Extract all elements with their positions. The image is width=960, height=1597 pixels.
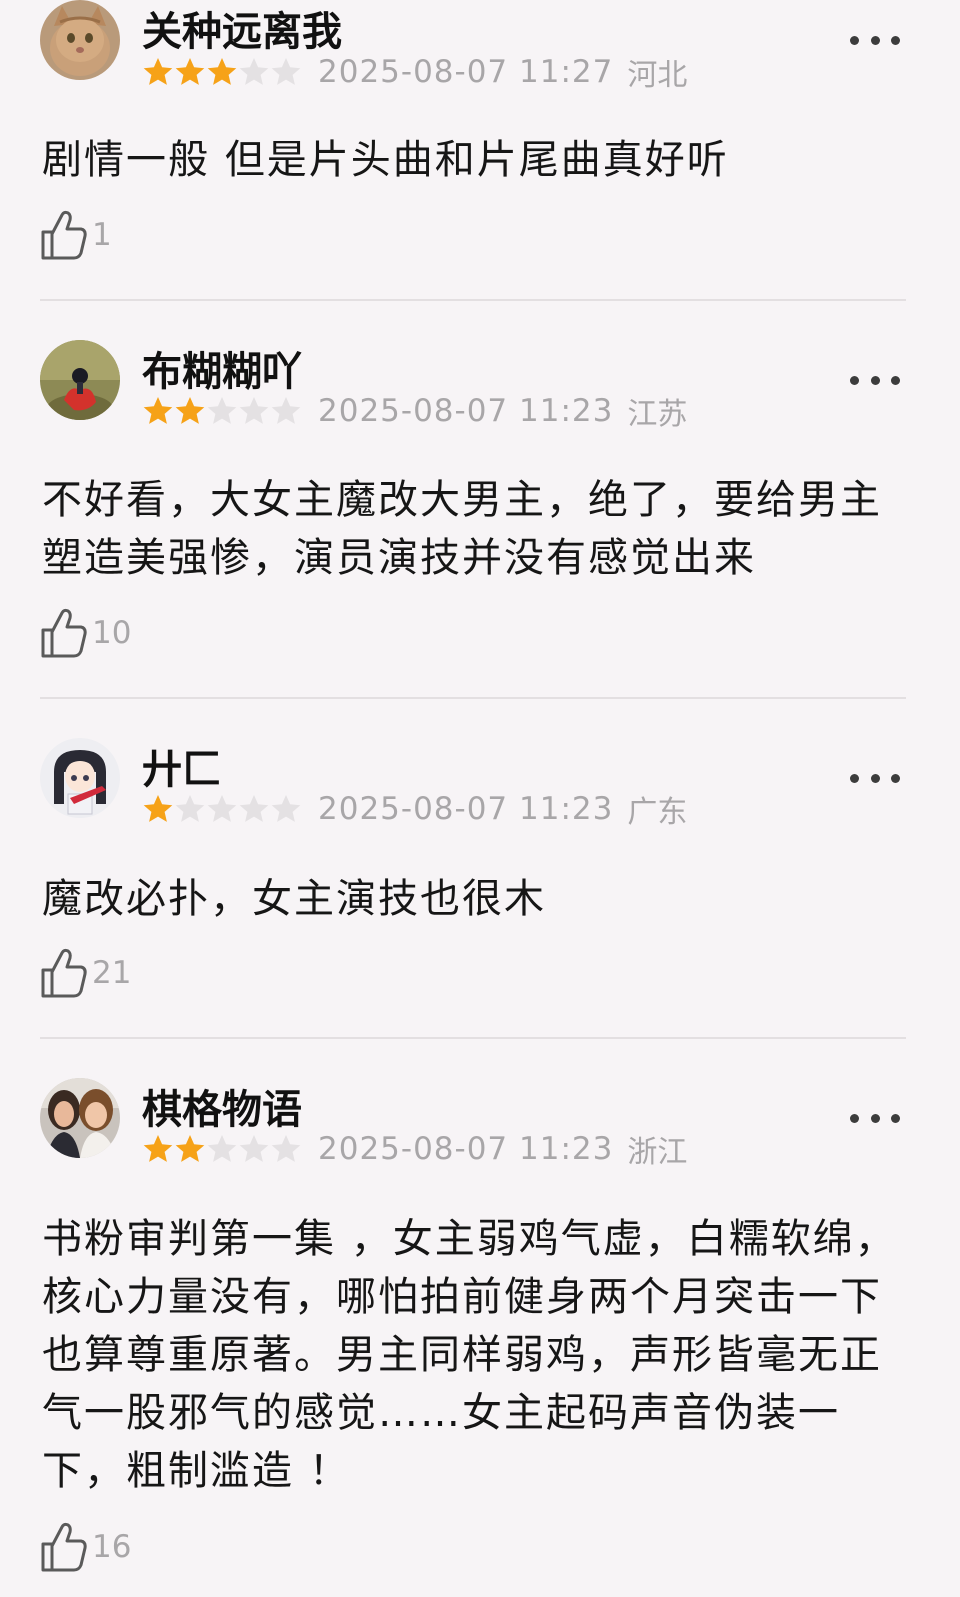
thumbs-up-icon [41, 1522, 87, 1572]
like-button[interactable]: 1 [40, 207, 112, 263]
thumbs-up-icon [41, 948, 87, 998]
star-empty-icon [239, 58, 269, 85]
thumbs-up-icon [41, 210, 87, 260]
star-empty-icon [271, 58, 301, 85]
star-empty-icon [271, 1135, 301, 1162]
star-filled-icon [175, 1135, 205, 1162]
like-count: 10 [92, 615, 132, 651]
ellipsis-icon[interactable] [850, 368, 900, 392]
review-meta: 2025-08-07 11:23 浙江 [142, 1131, 687, 1170]
timestamp: 2025-08-07 11:23 [318, 1131, 614, 1167]
avatar[interactable] [40, 0, 120, 80]
star-empty-icon [175, 795, 205, 822]
star-filled-icon [175, 397, 205, 424]
like-count: 16 [92, 1529, 132, 1565]
comment-text: 书粉审判第一集 ，女主弱鸡气虚，白糯软绵，核心力量没有，哪怕拍前健身两个月突击一… [42, 1216, 897, 1494]
comment-text: 剧情一般 但是片头曲和片尾曲真好听 [42, 137, 729, 183]
timestamp: 2025-08-07 11:27 [318, 54, 614, 90]
ellipsis-icon[interactable] [850, 28, 900, 52]
avatar[interactable] [40, 738, 120, 818]
star-empty-icon [207, 1135, 237, 1162]
star-rating [142, 1133, 302, 1165]
like-button[interactable]: 21 [40, 945, 131, 1001]
star-empty-icon [239, 397, 269, 424]
star-empty-icon [207, 397, 237, 424]
star-filled-icon [143, 58, 173, 85]
star-empty-icon [271, 397, 301, 424]
star-rating [142, 56, 302, 88]
star-filled-icon [143, 1135, 173, 1162]
location: 河北 [627, 58, 688, 93]
thumbs-up-icon [41, 608, 87, 658]
divider [40, 1037, 906, 1039]
location: 江苏 [627, 397, 688, 432]
star-empty-icon [207, 795, 237, 822]
username[interactable]: 布糊糊吖 [142, 350, 302, 394]
star-filled-icon [143, 795, 173, 822]
like-count: 1 [92, 217, 112, 253]
username[interactable]: 廾匚 [142, 748, 222, 792]
star-filled-icon [143, 397, 173, 424]
star-rating [142, 793, 302, 825]
star-empty-icon [271, 795, 301, 822]
avatar[interactable] [40, 340, 120, 420]
star-filled-icon [207, 58, 237, 85]
star-filled-icon [175, 58, 205, 85]
review-meta: 2025-08-07 11:23 广东 [142, 791, 687, 830]
location: 广东 [627, 795, 688, 830]
divider [40, 697, 906, 699]
review-meta: 2025-08-07 11:23 江苏 [142, 393, 687, 432]
review-meta: 2025-08-07 11:27 河北 [142, 54, 687, 93]
location: 浙江 [627, 1135, 688, 1170]
username[interactable]: 棋格物语 [142, 1088, 302, 1132]
comment-text: 魔改必扑，女主演技也很木 [42, 876, 546, 922]
star-empty-icon [239, 795, 269, 822]
star-empty-icon [239, 1135, 269, 1162]
like-count: 21 [92, 955, 132, 991]
ellipsis-icon[interactable] [850, 1106, 900, 1130]
timestamp: 2025-08-07 11:23 [318, 791, 614, 827]
avatar[interactable] [40, 1078, 120, 1158]
timestamp: 2025-08-07 11:23 [318, 393, 614, 429]
like-button[interactable]: 10 [40, 605, 131, 661]
star-rating [142, 395, 302, 427]
comment-text: 不好看，大女主魔改大男主，绝了，要给男主塑造美强惨，演员演技并没有感觉出来 [42, 477, 882, 581]
divider [40, 299, 906, 301]
username[interactable]: 关种远离我 [142, 10, 342, 54]
ellipsis-icon[interactable] [850, 766, 900, 790]
like-button[interactable]: 16 [40, 1519, 131, 1575]
